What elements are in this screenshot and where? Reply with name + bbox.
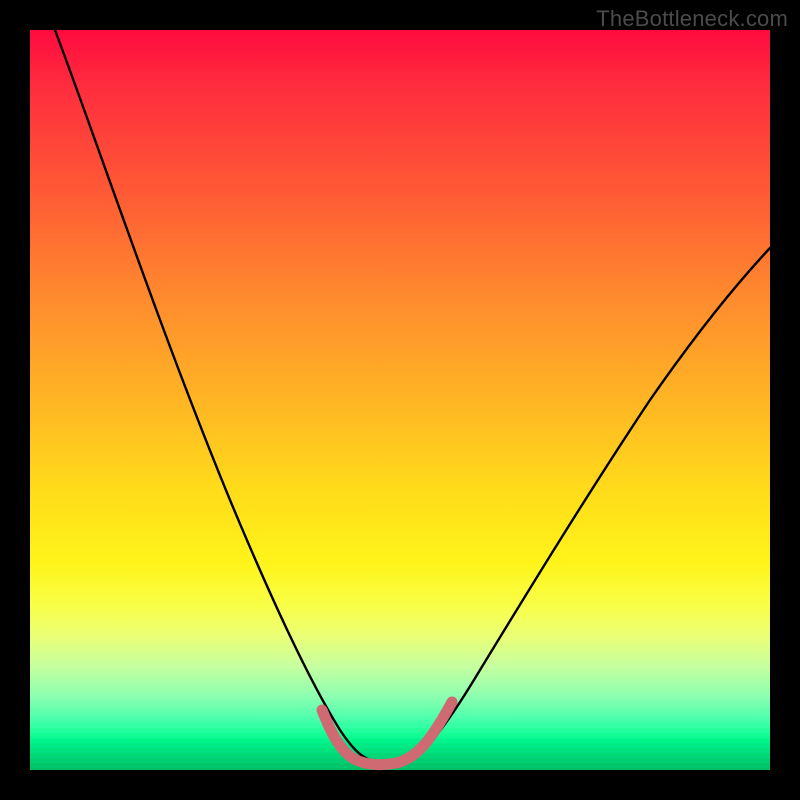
chart-stage: TheBottleneck.com [0,0,800,800]
plot-area [30,30,770,770]
watermark-text: TheBottleneck.com [596,6,788,32]
curve-layer [30,30,770,770]
bottleneck-curve [55,30,770,763]
